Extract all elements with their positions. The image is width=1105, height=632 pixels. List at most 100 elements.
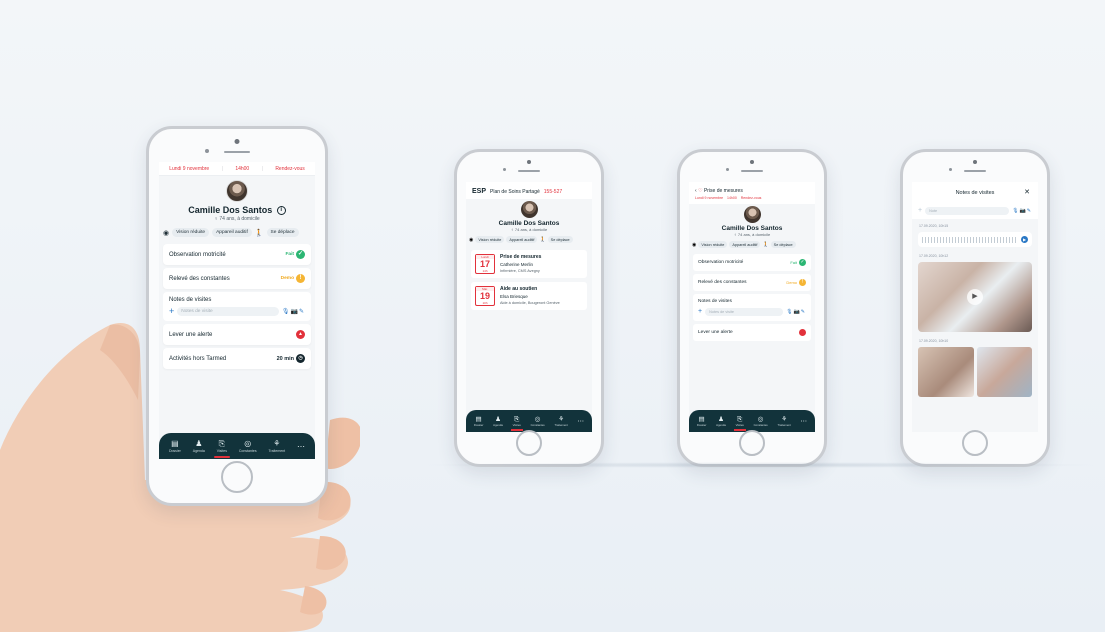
appointment-title: Prise de mesures bbox=[500, 254, 542, 260]
home-button[interactable] bbox=[516, 430, 542, 456]
mic-camera-attach-icons[interactable]: 🎙📷✎ bbox=[786, 309, 806, 315]
appointment-card[interactable]: Mar. 19 10h Aide au soutien Elsa Briesqu… bbox=[471, 282, 587, 310]
target-icon: ◎ bbox=[757, 415, 764, 423]
header-title: Prise de mesures bbox=[703, 188, 743, 194]
eye-icon: ◉ bbox=[163, 229, 170, 237]
observation-label: Observation motricité bbox=[169, 251, 226, 258]
pill-icon: ⚘ bbox=[558, 415, 565, 423]
app-logo: ESP bbox=[472, 188, 487, 195]
video-note[interactable]: ▶ bbox=[918, 262, 1032, 332]
tab-constantes[interactable]: ◎ Constantes bbox=[531, 416, 545, 427]
avatar[interactable] bbox=[520, 201, 538, 218]
bottom-tab-bar: ▤ Dossier ♟ Agenda ⎘ Visites ◎ Constantes ⚘ T… bbox=[466, 410, 592, 432]
avatar[interactable] bbox=[743, 206, 761, 223]
folder-icon: ▤ bbox=[698, 415, 705, 423]
earpiece bbox=[224, 151, 250, 153]
patient-tags: ◉ Vision réduite Appareil auditif 🚶 Se d… bbox=[466, 232, 592, 246]
appointment-card[interactable]: Lundi 17 14h Prise de mesures Catherine … bbox=[471, 250, 587, 278]
appointment-person: Catherine Merlin bbox=[500, 262, 534, 267]
raise-alert-card[interactable]: Lever une alerte bbox=[693, 324, 811, 341]
constants-card[interactable]: Relevé des constantes Demo ! bbox=[163, 268, 311, 290]
notes-input[interactable]: Notes de visite bbox=[177, 307, 279, 317]
info-icon[interactable]: i bbox=[276, 206, 286, 216]
patient-name: Camille Dos Santos bbox=[188, 205, 273, 215]
play-icon[interactable]: ▶ bbox=[967, 289, 983, 305]
notes-input[interactable]: Notes de visite bbox=[705, 307, 784, 316]
floor-shadow bbox=[420, 462, 1100, 468]
tab-dossier[interactable]: ▤ Dossier bbox=[697, 416, 706, 427]
people-icon: ♟ bbox=[718, 415, 724, 423]
notes-screen: Notes de visites ✕ + Note 🎙📷✎ 17.09.2020… bbox=[912, 182, 1038, 432]
more-icon[interactable]: ⋯ bbox=[801, 418, 808, 425]
tab-visites[interactable]: ⎘ Visites bbox=[733, 415, 747, 431]
activity-duration: 20 min bbox=[276, 355, 294, 362]
tab-dossier[interactable]: ▤ Dossier bbox=[474, 416, 483, 427]
visit-header: ‹ ♡ Prise de mesures Lundi 9 novembre 14… bbox=[689, 182, 815, 204]
activity-card[interactable]: Activités hors Tarmed 20 min ◷ bbox=[163, 348, 311, 370]
tab-visites[interactable]: ⎘ Visites bbox=[510, 415, 524, 431]
home-button[interactable] bbox=[739, 430, 765, 456]
photo-thumbnail[interactable] bbox=[918, 347, 974, 397]
calendar-date: Lundi 9 novembre bbox=[169, 166, 210, 172]
more-icon[interactable]: ⋯ bbox=[297, 442, 305, 451]
entry-timestamp: 17.09.2020, 10h10 bbox=[919, 339, 949, 343]
tab-traitement[interactable]: ⚘ Traitement bbox=[269, 439, 286, 453]
close-icon[interactable]: ✕ bbox=[1024, 188, 1030, 196]
bottom-tab-bar: ▤ Dossier ♟ Agenda ⎘ Visites ◎ Constantes ⚘ T… bbox=[689, 410, 815, 432]
tag-vision: Vision réduite bbox=[172, 228, 210, 238]
patient-name-row: Camille Dos Santos i bbox=[159, 205, 315, 216]
phone-notes: Notes de visites ✕ + Note 🎙📷✎ 17.09.2020… bbox=[900, 149, 1050, 467]
observation-card[interactable]: Observation motricité Fait ✓ bbox=[693, 254, 811, 271]
tab-dossier[interactable]: ▤ Dossier bbox=[169, 439, 181, 453]
bell-icon bbox=[799, 329, 806, 336]
entry-timestamp: 17.09.2020, 10h12 bbox=[919, 254, 949, 258]
mic-camera-attach-icons[interactable]: 🎙📷✎ bbox=[282, 308, 305, 315]
home-button[interactable] bbox=[962, 430, 988, 456]
raise-alert-label: Lever une alerte bbox=[169, 331, 213, 338]
notes-card: Notes de visites + Notes de visite 🎙📷✎ bbox=[163, 292, 311, 322]
target-icon: ◎ bbox=[244, 439, 252, 448]
raise-alert-card[interactable]: Lever une alerte ▲ bbox=[163, 324, 311, 346]
audio-note[interactable]: ▶ bbox=[918, 232, 1032, 247]
target-icon: ◎ bbox=[534, 415, 541, 423]
walking-icon: 🚶 bbox=[762, 241, 769, 248]
photo-thumbnail[interactable] bbox=[976, 347, 1032, 397]
tab-traitement[interactable]: ⚘ Traitement bbox=[555, 416, 568, 427]
showcase-stage: Lundi 9 novembre | 14h00 | Rendez-vous C… bbox=[0, 0, 1105, 632]
tab-agenda[interactable]: ♟ Agenda bbox=[716, 416, 726, 427]
observation-card[interactable]: Observation motricité Fait ✓ bbox=[163, 244, 311, 266]
appointment-meta-row: Lundi 9 novembre | 14h00 | Rendez-vous bbox=[159, 162, 315, 176]
status-badge: Demo ! bbox=[281, 274, 305, 284]
add-icon[interactable]: + bbox=[169, 307, 174, 316]
tab-agenda[interactable]: ♟ Agenda bbox=[493, 416, 503, 427]
tab-traitement[interactable]: ⚘ Traitement bbox=[778, 416, 791, 427]
visit-icon: ⎘ bbox=[737, 415, 743, 423]
tab-visites[interactable]: ⎘ Visites bbox=[213, 439, 231, 458]
mic-camera-attach-icons[interactable]: 🎙📷✎ bbox=[1012, 208, 1032, 214]
add-icon[interactable]: + bbox=[918, 206, 922, 215]
avatar[interactable] bbox=[226, 180, 248, 202]
tab-constantes[interactable]: ◎ Constantes bbox=[239, 439, 257, 453]
note-input[interactable]: Note bbox=[925, 206, 1010, 215]
tab-agenda[interactable]: ♟ Agenda bbox=[193, 439, 205, 453]
waveform bbox=[922, 236, 1018, 243]
folder-icon: ▤ bbox=[475, 415, 482, 423]
constants-card[interactable]: Relevé des constantes Demo! bbox=[693, 274, 811, 291]
walking-icon: 🚶 bbox=[539, 236, 546, 243]
notes-title: Notes de visites bbox=[169, 297, 212, 304]
date-badge: Mar. 19 10h bbox=[475, 286, 495, 306]
warning-icon: ! bbox=[296, 274, 305, 284]
people-icon: ♟ bbox=[495, 415, 501, 423]
visit-icon: ⎘ bbox=[514, 415, 520, 423]
more-icon[interactable]: ⋯ bbox=[578, 418, 585, 425]
play-icon[interactable]: ▶ bbox=[1021, 236, 1028, 243]
back-icon[interactable]: ‹ bbox=[695, 188, 697, 194]
photo-grid bbox=[918, 347, 1032, 397]
home-button[interactable] bbox=[221, 461, 253, 493]
add-icon[interactable]: + bbox=[698, 307, 702, 316]
tab-constantes[interactable]: ◎ Constantes bbox=[754, 416, 768, 427]
tag-hearing: Appareil auditif bbox=[212, 228, 252, 238]
clock-icon: ◷ bbox=[296, 354, 305, 364]
bottom-tab-bar: ▤ Dossier ♟ Agenda ⎘ Visites ◎ Constantes ⚘ T… bbox=[159, 433, 315, 459]
header-title: Notes de visites bbox=[955, 190, 995, 196]
